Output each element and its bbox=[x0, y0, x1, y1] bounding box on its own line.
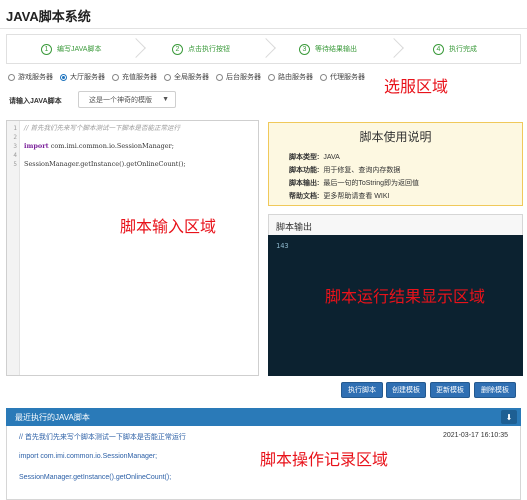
recent-line-call: SessionManager.getInstance().getOnlineCo… bbox=[19, 474, 172, 481]
server-radio-backend[interactable]: 后台服务器 bbox=[216, 72, 261, 82]
recent-timestamp: 2021-03-17 16:10:35 bbox=[443, 432, 508, 439]
line-number: 4 bbox=[13, 152, 17, 159]
radio-button[interactable] bbox=[60, 73, 67, 81]
chevron-right-icon bbox=[126, 38, 146, 58]
step-2-label: 点击执行按钮 bbox=[188, 46, 230, 53]
server-label: 充值服务器 bbox=[122, 74, 157, 81]
app-title: JAVA脚本系统 bbox=[6, 9, 91, 24]
line-number: 1 bbox=[13, 125, 17, 132]
recent-scripts-header: 最近执行的JAVA脚本 ⬇ bbox=[6, 408, 521, 426]
script-select-label: 请输入JAVA脚本 bbox=[9, 98, 62, 105]
step-2: 2 点击执行按钮 bbox=[172, 35, 230, 63]
step-3-label: 等待结果输出 bbox=[315, 46, 357, 53]
import-path: com.imi.common.io.SessionManager; bbox=[48, 142, 174, 150]
server-label: 路由服务器 bbox=[278, 74, 313, 81]
script-editor[interactable]: 1 2 3 4 5 // 首先我们先来写个脚本测试一下脚本是否能正常运行 imp… bbox=[6, 120, 259, 376]
usage-row-output: 脚本输出: 最后一句的ToString即为返回值 bbox=[289, 180, 420, 187]
output-result: 143 bbox=[276, 242, 289, 250]
server-radio-recharge[interactable]: 充值服务器 bbox=[112, 72, 157, 82]
usage-row-type: 脚本类型: JAVA bbox=[289, 154, 340, 161]
radio-button[interactable] bbox=[8, 73, 15, 81]
radio-button[interactable] bbox=[268, 73, 275, 81]
step-4: 4 执行完成 bbox=[433, 35, 477, 63]
line-number-gutter: 1 2 3 4 5 bbox=[7, 121, 20, 375]
server-radio-proxy[interactable]: 代理服务器 bbox=[320, 72, 365, 82]
step-1-number: 1 bbox=[41, 43, 52, 55]
recent-line-comment: // 首先我们先来写个脚本测试一下脚本是否能正常运行 bbox=[19, 434, 186, 441]
server-radio-lobby[interactable]: 大厅服务器 bbox=[60, 72, 105, 82]
server-radio-global[interactable]: 全局服务器 bbox=[164, 72, 209, 82]
radio-button[interactable] bbox=[216, 73, 223, 81]
arrow-down-icon[interactable]: ⬇ bbox=[501, 410, 517, 424]
chevron-right-icon bbox=[384, 38, 404, 58]
server-radio-router[interactable]: 路由服务器 bbox=[268, 72, 313, 82]
code-content[interactable]: // 首先我们先来写个脚本测试一下脚本是否能正常运行 import com.im… bbox=[24, 124, 186, 169]
step-3-number: 3 bbox=[299, 43, 310, 55]
annotation-log-area: 脚本操作记录区域 bbox=[260, 452, 389, 469]
execute-script-button[interactable]: 执行脚本 bbox=[341, 382, 383, 398]
recent-scripts-title: 最近执行的JAVA脚本 bbox=[15, 413, 90, 422]
usage-title: 脚本使用说明 bbox=[359, 130, 432, 144]
usage-instructions-panel: 脚本使用说明 脚本类型: JAVA 脚本功能: 用于修复、查询内存数据 脚本输出: 最… bbox=[268, 122, 523, 206]
usage-row-help: 帮助文档: 更多帮助请查看 WIKI bbox=[289, 193, 390, 200]
recent-line-import: import com.imi.common.io.SessionManager; bbox=[19, 453, 158, 460]
step-1-label: 编写JAVA脚本 bbox=[57, 46, 102, 53]
code-line-comment: // 首先我们先来写个脚本测试一下脚本是否能正常运行 bbox=[24, 124, 180, 132]
server-label: 后台服务器 bbox=[226, 74, 261, 81]
script-output-header: 脚本输出 bbox=[268, 214, 523, 235]
server-radio-game[interactable]: 游戏服务器 bbox=[8, 72, 53, 82]
radio-button[interactable] bbox=[320, 73, 327, 81]
code-line-call: SessionManager.getInstance().getOnlineCo… bbox=[24, 160, 186, 168]
line-number: 2 bbox=[13, 134, 17, 141]
line-number: 5 bbox=[13, 161, 17, 168]
chevron-down-icon: ▼ bbox=[162, 96, 169, 103]
code-line-import: import com.imi.common.io.SessionManager; bbox=[24, 142, 186, 151]
line-number: 3 bbox=[13, 143, 17, 150]
step-2-number: 2 bbox=[172, 43, 183, 55]
annotation-server-area: 选服区域 bbox=[384, 79, 449, 96]
server-label: 游戏服务器 bbox=[18, 74, 53, 81]
server-radio-group: 游戏服务器 大厅服务器 充值服务器 全局服务器 后台服务器 路由服务器 代理服务… bbox=[8, 72, 372, 82]
chevron-right-icon bbox=[256, 38, 276, 58]
step-4-number: 4 bbox=[433, 43, 444, 55]
step-3: 3 等待结果输出 bbox=[299, 35, 357, 63]
delete-template-button[interactable]: 删除模板 bbox=[474, 382, 516, 398]
annotation-script-input: 脚本输入区域 bbox=[120, 219, 217, 236]
server-label: 全局服务器 bbox=[174, 74, 209, 81]
usage-row-function: 脚本功能: 用于修复、查询内存数据 bbox=[289, 167, 401, 174]
step-1: 1 编写JAVA脚本 bbox=[41, 35, 101, 63]
update-template-button[interactable]: 更新模板 bbox=[430, 382, 470, 398]
server-label: 代理服务器 bbox=[330, 74, 365, 81]
title-divider bbox=[0, 28, 527, 29]
import-keyword: import bbox=[24, 142, 49, 150]
step-progress-bar: 1 编写JAVA脚本 2 点击执行按钮 3 等待结果输出 4 执行完成 bbox=[6, 34, 521, 64]
radio-button[interactable] bbox=[112, 73, 119, 81]
step-4-label: 执行完成 bbox=[449, 46, 477, 53]
radio-button[interactable] bbox=[164, 73, 171, 81]
server-label: 大厅服务器 bbox=[70, 74, 105, 81]
template-select-value: 这是一个神奇的模版 bbox=[89, 96, 152, 104]
template-select[interactable]: 这是一个神奇的模版 ▼ bbox=[78, 91, 176, 108]
annotation-result-display: 脚本运行结果显示区域 bbox=[325, 289, 486, 306]
create-template-button[interactable]: 创建模板 bbox=[386, 382, 426, 398]
